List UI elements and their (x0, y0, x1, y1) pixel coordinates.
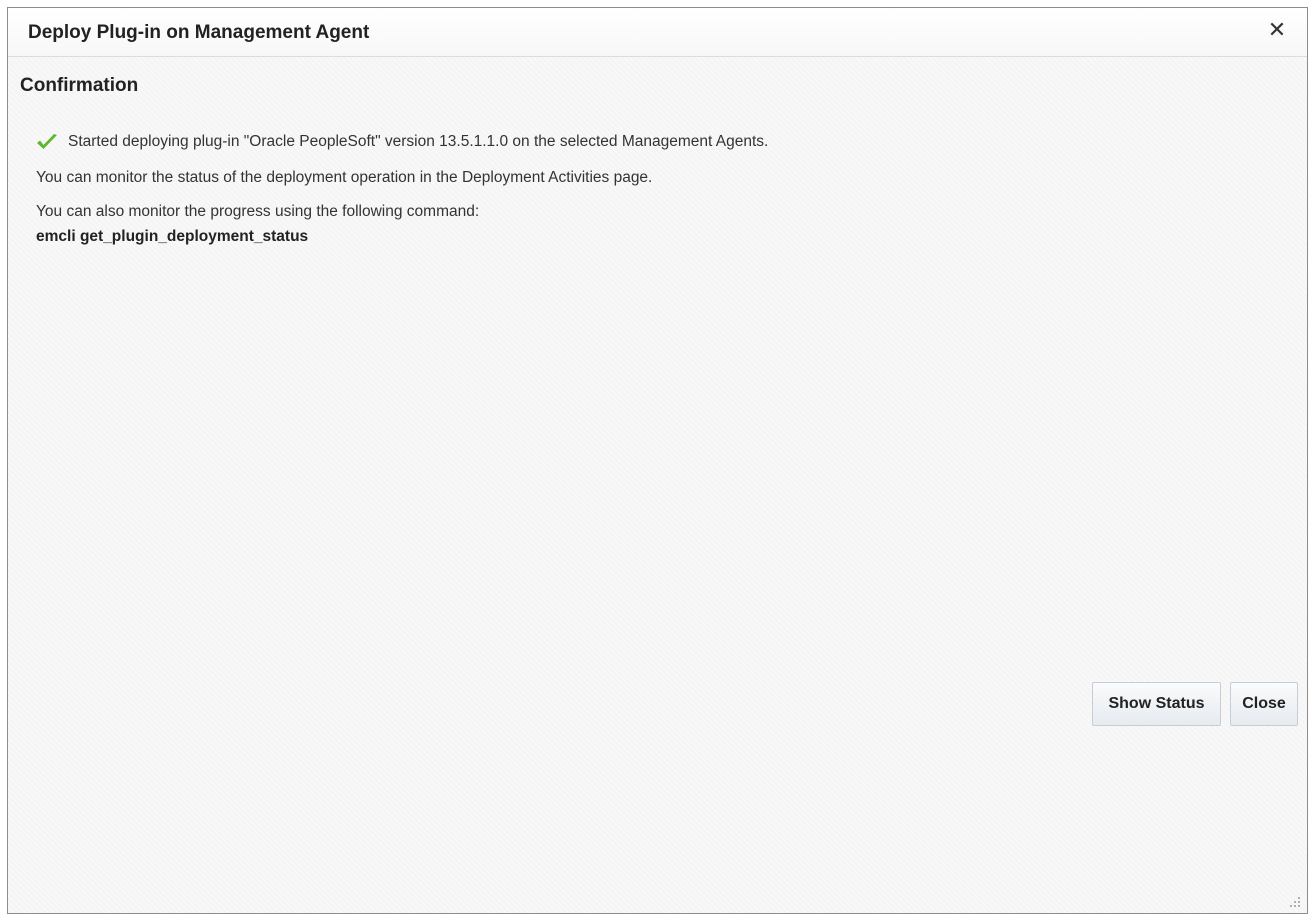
checkmark-icon (36, 133, 58, 151)
content-area: Confirmation Started deploying plug-in "… (18, 57, 1298, 883)
dialog-content: Confirmation Started deploying plug-in "… (8, 57, 1307, 913)
monitor-message: You can monitor the status of the deploy… (36, 169, 653, 186)
close-icon[interactable]: ✕ (1265, 19, 1289, 43)
resize-grip-icon[interactable] (1289, 895, 1301, 907)
confirmation-heading: Confirmation (20, 75, 139, 96)
close-button[interactable]: Close (1230, 682, 1298, 726)
dialog-title: Deploy Plug-in on Management Agent (28, 22, 370, 43)
deploy-plugin-dialog: Deploy Plug-in on Management Agent ✕ Con… (7, 7, 1308, 914)
success-message: Started deploying plug-in "Oracle People… (68, 133, 769, 150)
show-status-button[interactable]: Show Status (1092, 682, 1221, 726)
emcli-command: emcli get_plugin_deployment_status (36, 228, 309, 245)
success-message-row: Started deploying plug-in "Oracle People… (36, 133, 768, 151)
dialog-titlebar[interactable]: Deploy Plug-in on Management Agent ✕ (8, 8, 1307, 57)
command-intro-message: You can also monitor the progress using … (36, 203, 480, 220)
